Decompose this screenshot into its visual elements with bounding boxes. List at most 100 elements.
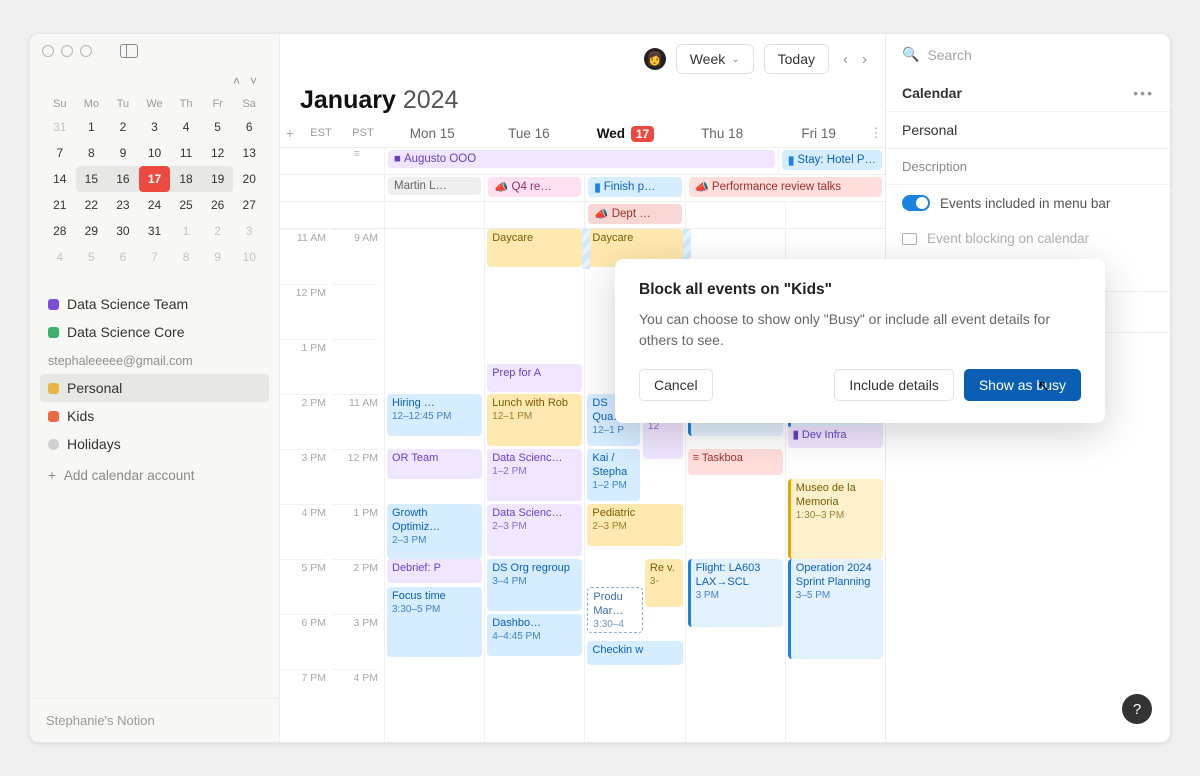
event-daycare[interactable]: Daycare bbox=[487, 229, 582, 267]
event-growth[interactable]: Growth Optimiz…2–3 PM bbox=[387, 504, 482, 559]
toggle-on-icon[interactable] bbox=[902, 195, 930, 211]
mc-day[interactable]: 31 bbox=[44, 114, 76, 140]
help-button[interactable]: ? bbox=[1122, 694, 1152, 724]
day-fri[interactable]: Fri 19 bbox=[770, 126, 867, 141]
event-checkin[interactable]: Checkin w bbox=[587, 641, 682, 665]
mc-day[interactable]: 5 bbox=[76, 244, 108, 270]
mc-next-icon[interactable]: ˅ bbox=[250, 74, 257, 88]
event-ds1[interactable]: Data Scienc…1–2 PM bbox=[487, 449, 582, 501]
show-as-busy-button[interactable]: Show as busy ↖ bbox=[964, 369, 1081, 401]
event-museo[interactable]: Museo de la Memoria1:30–3 PM bbox=[788, 479, 883, 559]
event-ds2[interactable]: Data Scienc…2–3 PM bbox=[487, 504, 582, 556]
day-tue[interactable]: Tue 16 bbox=[481, 126, 578, 141]
mc-day[interactable]: 4 bbox=[44, 244, 76, 270]
mc-day[interactable]: 16 bbox=[107, 166, 139, 192]
mc-day[interactable]: 29 bbox=[76, 218, 108, 244]
mc-day[interactable]: 10 bbox=[139, 140, 171, 166]
mc-day[interactable]: 1 bbox=[76, 114, 108, 140]
mc-prev-icon[interactable]: ˄ bbox=[233, 74, 240, 88]
event-augusto-ooo[interactable]: ■Augusto OOO bbox=[388, 150, 775, 168]
calendar-kids[interactable]: Kids bbox=[40, 402, 269, 430]
mc-day[interactable]: 23 bbox=[107, 192, 139, 218]
mc-day[interactable]: 4 bbox=[170, 114, 202, 140]
traffic-min-icon[interactable] bbox=[61, 45, 73, 57]
event-flight[interactable]: Flight: LA603 LAX→SCL3 PM bbox=[688, 559, 783, 627]
workspace-footer[interactable]: Stephanie's Notion bbox=[30, 698, 279, 742]
event-taskboard[interactable]: ≡ Taskboa bbox=[688, 449, 783, 475]
prev-week-icon[interactable]: ‹ bbox=[843, 51, 848, 68]
mc-day[interactable]: 8 bbox=[76, 140, 108, 166]
mc-day[interactable]: 28 bbox=[44, 218, 76, 244]
mc-day[interactable]: 14 bbox=[44, 166, 76, 192]
event-prod[interactable]: Produ Mar…3:30–4 bbox=[587, 587, 643, 633]
day-wed[interactable]: Wed 17 bbox=[577, 126, 674, 141]
traffic-max-icon[interactable] bbox=[80, 45, 92, 57]
day-mon[interactable]: Mon 15 bbox=[384, 126, 481, 141]
calendar-team[interactable]: Data Science Team bbox=[40, 290, 269, 318]
event-kai[interactable]: Kai / Stepha1–2 PM bbox=[587, 449, 640, 501]
mc-day[interactable]: 19 bbox=[202, 166, 234, 192]
mc-day[interactable]: 31 bbox=[139, 218, 171, 244]
sidebar-toggle-icon[interactable] bbox=[120, 44, 138, 58]
event-dashboard[interactable]: Dashbo…4–4:45 PM bbox=[487, 614, 582, 656]
mc-day[interactable]: 18 bbox=[170, 166, 202, 192]
event-martin[interactable]: Martin L… bbox=[388, 177, 481, 195]
add-calendar-account[interactable]: + Add calendar account bbox=[40, 458, 269, 493]
mc-day[interactable]: 26 bbox=[202, 192, 234, 218]
event-devinfra[interactable]: ▮ Dev Infra bbox=[788, 426, 883, 448]
cancel-button[interactable]: Cancel bbox=[639, 369, 713, 401]
event-blocking-row[interactable]: Event blocking on calendar bbox=[886, 221, 1170, 256]
mc-day[interactable]: 3 bbox=[233, 218, 265, 244]
today-button[interactable]: Today bbox=[764, 44, 829, 74]
mc-day[interactable]: 3 bbox=[139, 114, 171, 140]
mc-day[interactable]: 30 bbox=[107, 218, 139, 244]
event-focus[interactable]: Focus time3:30–5 PM bbox=[387, 587, 482, 657]
mc-day[interactable]: 7 bbox=[139, 244, 171, 270]
menubar-toggle-row[interactable]: Events included in menu bar bbox=[886, 185, 1170, 221]
event-lunch[interactable]: Lunch with Rob12–1 PM bbox=[487, 394, 582, 446]
mc-day[interactable]: 11 bbox=[170, 140, 202, 166]
mc-day[interactable]: 9 bbox=[202, 244, 234, 270]
event-prep[interactable]: Prep for A bbox=[487, 364, 582, 392]
event-op2024[interactable]: Operation 2024 Sprint Planning3–5 PM bbox=[788, 559, 883, 659]
search-input[interactable]: 🔍 Search bbox=[886, 34, 1170, 75]
mc-day[interactable]: 1 bbox=[170, 218, 202, 244]
event-finish[interactable]: ▮Finish p… bbox=[588, 177, 681, 197]
mc-day[interactable]: 2 bbox=[202, 218, 234, 244]
event-dsorg[interactable]: DS Org regroup3–4 PM bbox=[487, 559, 582, 611]
day-thu[interactable]: Thu 18 bbox=[674, 126, 771, 141]
mc-day[interactable]: 20 bbox=[233, 166, 265, 192]
event-orteam[interactable]: OR Team bbox=[387, 449, 482, 479]
traffic-close-icon[interactable] bbox=[42, 45, 54, 57]
calendar-holidays[interactable]: Holidays bbox=[40, 430, 269, 458]
event-q4[interactable]: 📣Q4 re… bbox=[488, 177, 581, 197]
mc-day[interactable]: 24 bbox=[139, 192, 171, 218]
mc-day[interactable]: 8 bbox=[170, 244, 202, 270]
mc-day[interactable]: 12 bbox=[202, 140, 234, 166]
event-debrief[interactable]: Debrief: P bbox=[387, 559, 482, 583]
mc-day[interactable]: 22 bbox=[76, 192, 108, 218]
mc-day[interactable]: 6 bbox=[233, 114, 265, 140]
mc-day[interactable]: 17 bbox=[139, 166, 171, 192]
mc-day[interactable]: 27 bbox=[233, 192, 265, 218]
mc-day[interactable]: 15 bbox=[76, 166, 108, 192]
include-details-button[interactable]: Include details bbox=[834, 369, 954, 401]
mc-day[interactable]: 10 bbox=[233, 244, 265, 270]
mc-day[interactable]: 2 bbox=[107, 114, 139, 140]
mc-day[interactable]: 6 bbox=[107, 244, 139, 270]
event-stay[interactable]: ▮Stay: Hotel P… bbox=[782, 150, 882, 170]
calendar-core[interactable]: Data Science Core bbox=[40, 318, 269, 346]
mc-day[interactable]: 7 bbox=[44, 140, 76, 166]
more-icon[interactable]: ••• bbox=[1133, 85, 1154, 101]
calendar-personal[interactable]: Personal bbox=[40, 374, 269, 402]
event-perf[interactable]: 📣Performance review talks bbox=[689, 177, 882, 197]
next-week-icon[interactable]: › bbox=[862, 51, 867, 68]
view-select[interactable]: Week ⌄ bbox=[676, 44, 754, 74]
event-re[interactable]: Re v.3- bbox=[645, 559, 683, 607]
avatar[interactable] bbox=[644, 48, 666, 70]
mc-day[interactable]: 25 bbox=[170, 192, 202, 218]
add-day-icon[interactable]: + bbox=[280, 126, 300, 141]
mc-day[interactable]: 5 bbox=[202, 114, 234, 140]
event-dept[interactable]: 📣Dept … bbox=[588, 204, 681, 224]
more-days-icon[interactable]: ⋮ bbox=[867, 125, 885, 141]
